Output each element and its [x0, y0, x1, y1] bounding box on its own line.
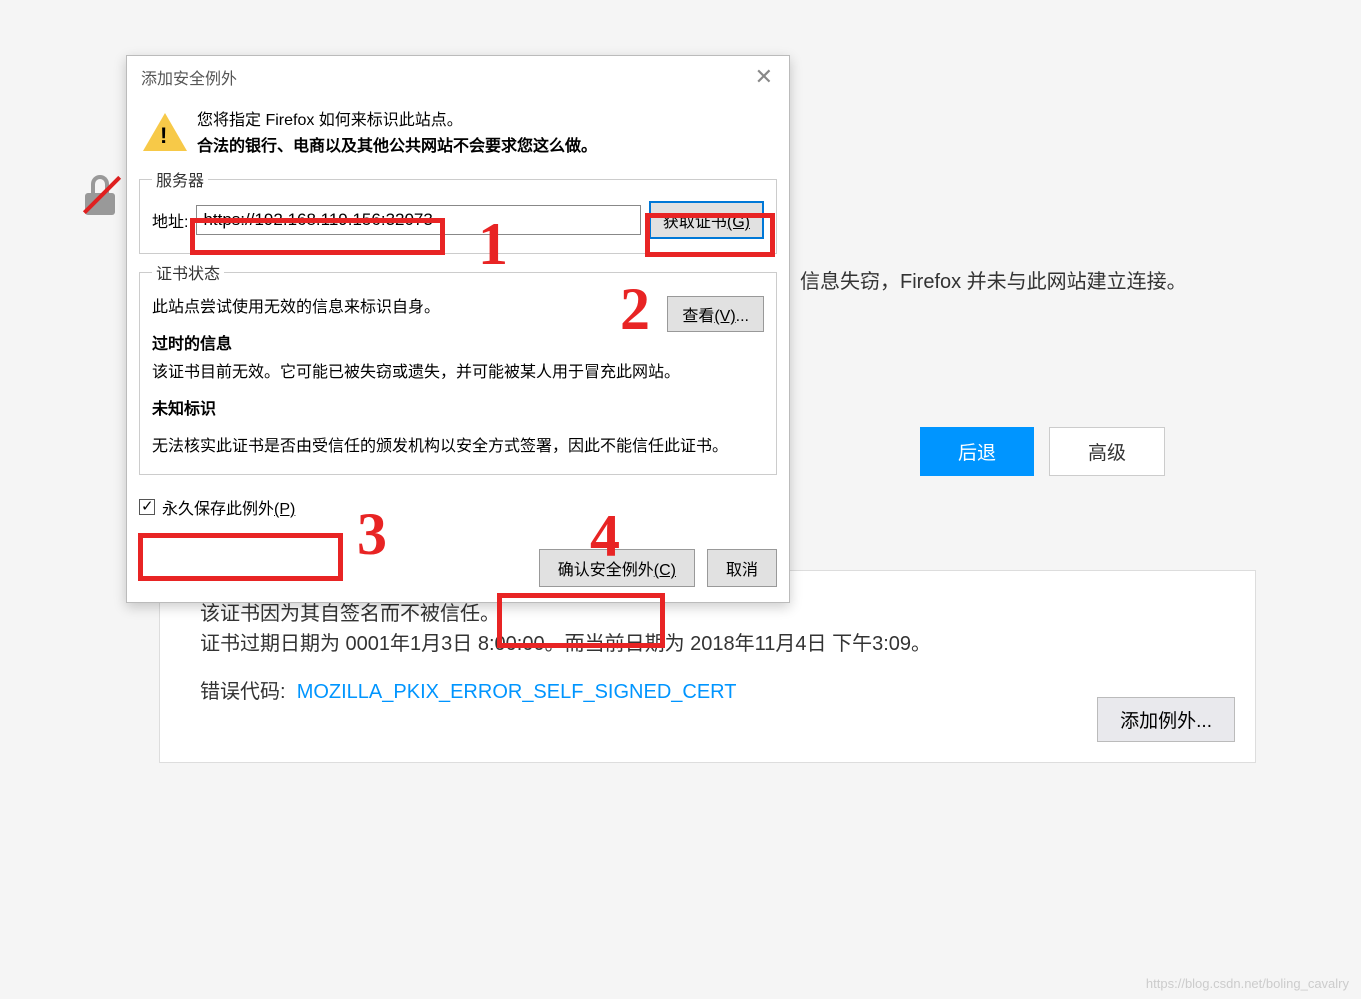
confirm-exception-button[interactable]: 确认安全例外(C)	[539, 549, 695, 587]
status-intro-text: 此站点尝试使用无效的信息来标识自身。	[152, 294, 440, 321]
error-code-line: 错误代码: MOZILLA_PKIX_ERROR_SELF_SIGNED_CER…	[200, 677, 1215, 707]
unknown-identity-desc: 无法核实此证书是否由受信任的颁发机构以安全方式签署，因此不能信任此证书。	[152, 433, 764, 460]
insecure-lock-icon	[85, 175, 120, 215]
add-security-exception-dialog: 添加安全例外 ✕ 您将指定 Firefox 如何来标识此站点。 合法的银行、电商…	[126, 55, 790, 603]
dialog-title: 添加安全例外	[141, 65, 237, 89]
warning-icon	[143, 113, 185, 155]
outdated-info-heading: 过时的信息	[152, 331, 440, 358]
outdated-info-desc: 该证书目前无效。它可能已被失窃或遗失，并可能被某人用于冒充此网站。	[152, 359, 764, 386]
warning-text-fragment: 信息失窃，Firefox 并未与此网站建立连接。	[800, 265, 1187, 294]
intro-line-2: 合法的银行、电商以及其他公共网站不会要求您这么做。	[197, 134, 777, 160]
cert-expired-text: 证书过期日期为 0001年1月3日 8:00:00。而当前日期为 2018年11…	[200, 629, 1215, 659]
watermark-text: https://blog.csdn.net/boling_cavalry	[1146, 976, 1349, 991]
unknown-identity-heading: 未知标识	[152, 396, 764, 423]
permanent-checkbox[interactable]	[139, 499, 155, 515]
intro-line-1: 您将指定 Firefox 如何来标识此站点。	[197, 108, 777, 134]
address-label: 地址:	[152, 208, 188, 232]
server-fieldset: 服务器 地址: 获取证书(G)	[139, 167, 777, 254]
cert-status-legend: 证书状态	[152, 260, 224, 284]
dialog-titlebar[interactable]: 添加安全例外 ✕	[127, 56, 789, 98]
error-code-link[interactable]: MOZILLA_PKIX_ERROR_SELF_SIGNED_CERT	[297, 681, 737, 703]
server-legend: 服务器	[152, 167, 208, 191]
go-back-button[interactable]: 后退	[920, 427, 1034, 476]
view-certificate-button[interactable]: 查看(V)...	[667, 296, 764, 332]
cert-status-fieldset: 证书状态 此站点尝试使用无效的信息来标识自身。 过时的信息 查看(V)... 该…	[139, 260, 777, 475]
cert-self-signed-text: 该证书因为其自签名而不被信任。	[200, 599, 1215, 629]
permanent-store-row[interactable]: 永久保存此例外(P)	[139, 495, 777, 519]
advanced-button[interactable]: 高级	[1049, 427, 1165, 476]
add-exception-button[interactable]: 添加例外...	[1097, 697, 1235, 742]
cancel-button[interactable]: 取消	[707, 549, 777, 587]
permanent-label: 永久保存此例外(P)	[162, 495, 295, 519]
close-icon[interactable]: ✕	[749, 64, 779, 90]
address-input[interactable]	[196, 205, 640, 235]
get-certificate-button[interactable]: 获取证书(G)	[649, 201, 764, 239]
